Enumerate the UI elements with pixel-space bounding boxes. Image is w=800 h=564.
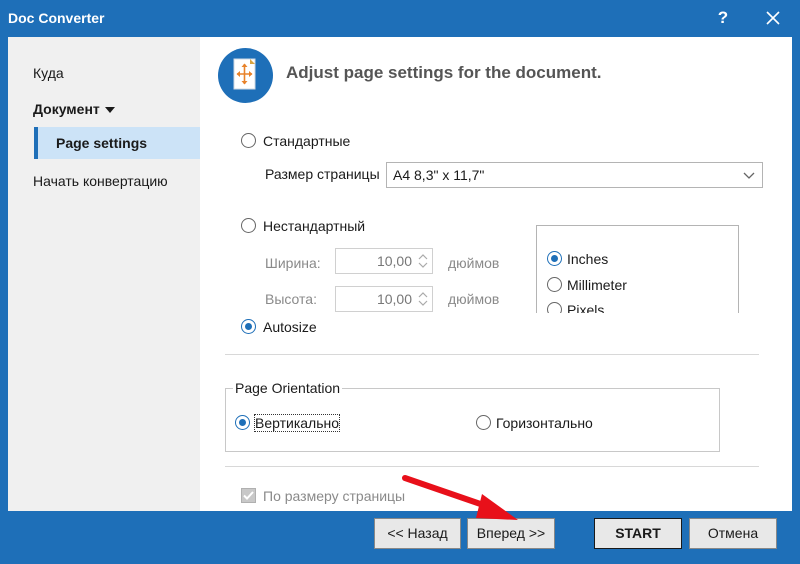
fit-page-label: По размеру страницы [263,488,406,504]
title-bar: Doc Converter ? [0,0,800,37]
dialog-body: Куда Документ Page settings Начать конве… [8,37,792,511]
height-value: 10,00 [376,291,412,307]
sidebar: Куда Документ Page settings Начать конве… [8,37,200,511]
fit-page-checkbox[interactable] [241,488,256,503]
height-unit-label: дюймов [448,291,500,307]
divider [225,354,759,355]
width-value: 10,00 [376,253,412,269]
orientation-legend: Page Orientation [233,380,343,396]
autosize-label: Autosize [263,319,317,335]
sidebar-item-label: Документ [33,101,100,117]
page-title: Adjust page settings for the document. [286,63,602,82]
back-button[interactable]: << Назад [374,518,461,549]
page-size-select[interactable]: A4 8,3" x 11,7" [386,162,763,188]
orientation-horizontal-label: Горизонтально [496,415,593,431]
sidebar-item-start-conversion[interactable]: Начать конвертацию [8,165,200,197]
custom-size-label: Нестандартный [263,218,366,234]
window-title: Doc Converter [8,10,105,26]
sidebar-item-page-settings[interactable]: Page settings [34,127,200,159]
start-button[interactable]: START [594,518,682,549]
spinner-arrows-icon[interactable] [416,251,430,271]
sidebar-item-label: Page settings [56,135,148,151]
unit-radio-inches[interactable] [547,251,562,266]
help-icon[interactable]: ? [710,3,736,33]
orientation-vertical-label: Вертикально [253,414,341,432]
divider [225,466,759,467]
page-size-label: Размер страницы [265,166,380,182]
sidebar-item-label: Начать конвертацию [33,173,168,189]
spinner-arrows-icon[interactable] [416,289,430,309]
unit-label-millimeter: Millimeter [567,277,627,293]
width-label: Ширина: [265,255,321,271]
standard-size-label: Стандартные [263,133,351,149]
main-panel: Adjust page settings for the document. С… [200,37,792,511]
height-label: Высота: [265,291,317,307]
footer-bar: << Назад Вперед >> START Отмена [8,511,792,556]
orientation-vertical-radio[interactable] [235,415,250,430]
caret-down-icon [104,107,115,114]
unit-selector: Inches Millimeter Pixels [536,225,739,313]
close-icon[interactable] [758,3,788,33]
orientation-horizontal-radio[interactable] [476,415,491,430]
unit-radio-pixels[interactable] [547,302,562,313]
chevron-down-icon [742,168,756,185]
sidebar-item-document[interactable]: Документ [8,93,200,125]
custom-size-radio[interactable] [241,218,256,233]
height-spinner[interactable]: 10,00 [335,286,433,312]
unit-label-pixels: Pixels [567,302,605,313]
unit-label-inches: Inches [567,251,609,267]
cancel-button[interactable]: Отмена [689,518,777,549]
width-unit-label: дюймов [448,255,500,271]
autosize-radio[interactable] [241,319,256,334]
page-size-value: A4 8,3" x 11,7" [393,167,485,183]
width-spinner[interactable]: 10,00 [335,248,433,274]
sidebar-item-label: Куда [33,65,64,81]
app-window: Doc Converter ? Куда Документ Page setti… [0,0,800,564]
page-resize-icon [218,48,273,103]
next-button[interactable]: Вперед >> [467,518,555,549]
unit-radio-millimeter[interactable] [547,277,562,292]
standard-size-radio[interactable] [241,133,256,148]
sidebar-item-destination[interactable]: Куда [8,57,200,89]
